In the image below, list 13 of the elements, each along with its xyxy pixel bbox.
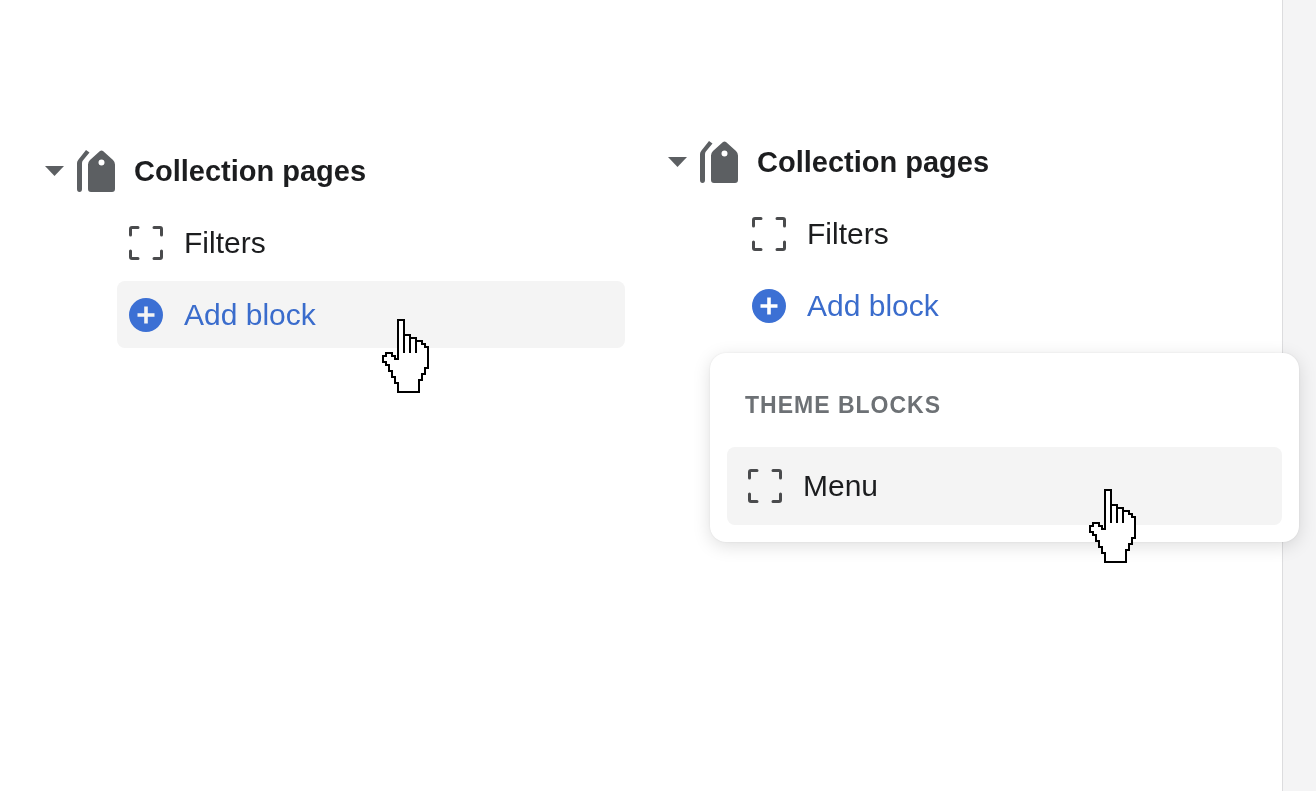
popover-heading: THEME BLOCKS	[744, 391, 942, 420]
corner-brackets-icon	[748, 469, 782, 503]
section-title: Collection pages	[757, 145, 990, 179]
tags-icon	[700, 141, 738, 183]
block-list-item[interactable]: Filters	[740, 200, 1282, 267]
caret-down-icon[interactable]	[45, 166, 64, 176]
block-list-item[interactable]: Filters	[117, 209, 625, 276]
section-title: Collection pages	[134, 154, 367, 188]
add-block-button[interactable]: Add block	[740, 272, 1282, 339]
corner-brackets-icon	[752, 216, 786, 251]
corner-brackets-icon	[129, 225, 163, 260]
caret-down-icon[interactable]	[668, 157, 687, 167]
tags-icon	[77, 150, 115, 192]
